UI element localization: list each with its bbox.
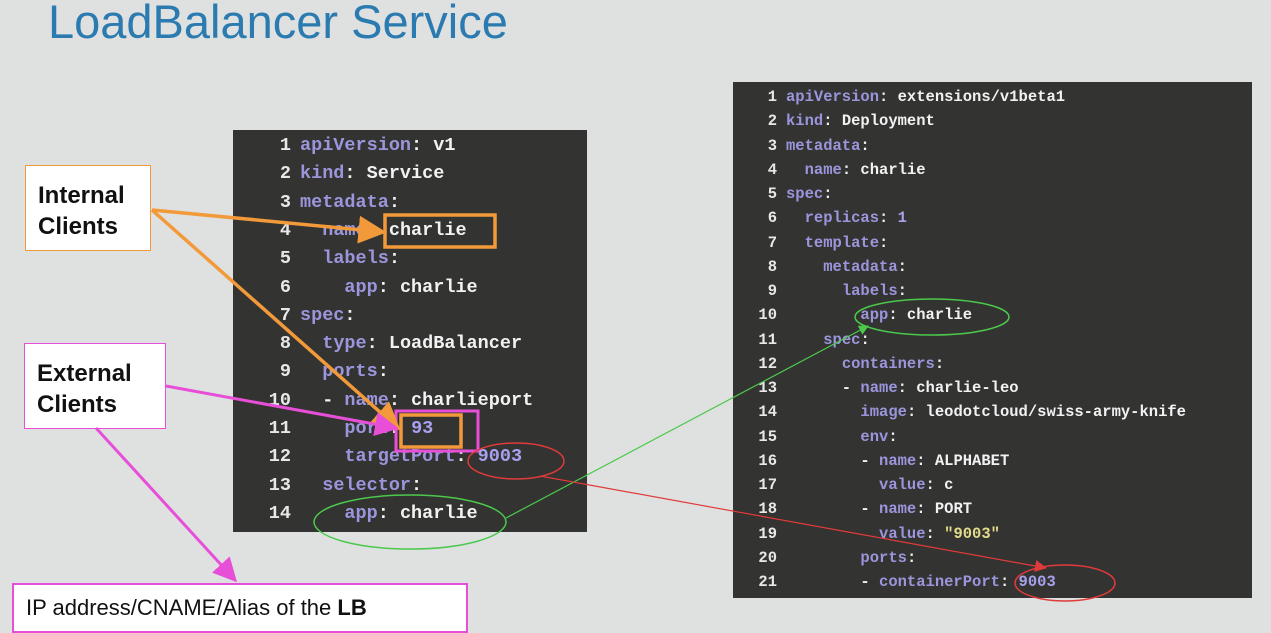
name-highlight-box <box>383 213 497 249</box>
port-highlight-box <box>399 413 463 449</box>
port-outer-highlight-box <box>394 409 480 453</box>
internal-to-port-arrow <box>150 208 401 431</box>
external-to-lb-arrow <box>94 426 238 583</box>
container-port-ellipse <box>1014 564 1116 602</box>
selector-to-label-arrow <box>505 325 869 519</box>
annotation-overlay <box>94 208 1116 602</box>
target-port-ellipse <box>467 442 565 480</box>
pod-label-ellipse <box>854 298 1010 336</box>
external-to-port-arrow <box>165 384 399 437</box>
internal-to-name-arrow <box>151 208 387 244</box>
target-to-container-port-arrow <box>539 475 1047 572</box>
selector-ellipse <box>313 494 507 550</box>
